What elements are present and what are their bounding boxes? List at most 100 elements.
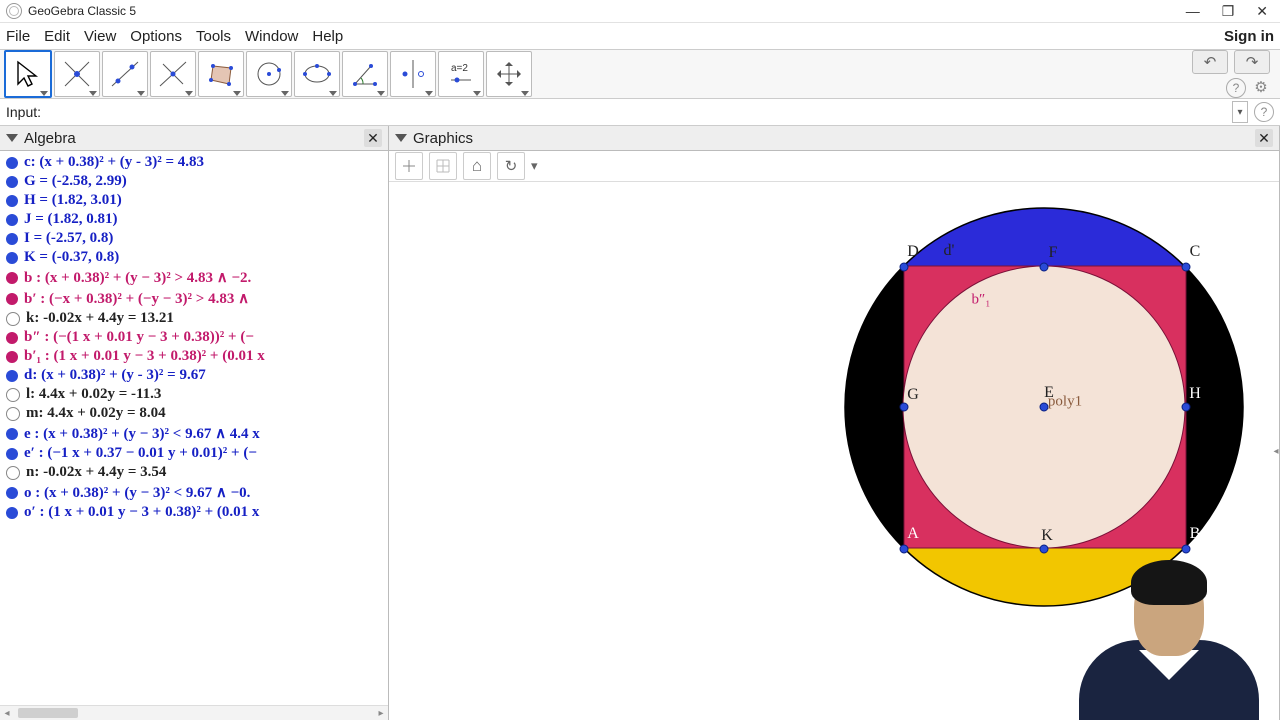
algebra-row[interactable]: o : (x + 0.38)² + (y − 3)² < 9.67 ∧ −0. bbox=[2, 482, 388, 503]
app-logo-icon bbox=[6, 3, 22, 19]
undo-button[interactable]: ↶ bbox=[1192, 50, 1228, 74]
toggle-axes-button[interactable] bbox=[395, 152, 423, 180]
algebra-close-button[interactable]: ✕ bbox=[364, 129, 382, 147]
algebra-row[interactable]: m: 4.4x + 0.02y = 8.04 bbox=[2, 404, 388, 423]
algebra-row[interactable]: b′₁ : (1 x + 0.01 y − 3 + 0.38)² + (0.01… bbox=[2, 347, 388, 366]
algebra-row[interactable]: G = (-2.58, 2.99) bbox=[2, 172, 388, 191]
geometry-point[interactable] bbox=[1182, 263, 1191, 272]
algebra-row[interactable]: b″ : (−(1 x + 0.01 y − 3 + 0.38))² + (− bbox=[2, 328, 388, 347]
graphics-panel-header[interactable]: Graphics ✕ bbox=[389, 126, 1279, 151]
command-input[interactable] bbox=[47, 101, 1226, 123]
algebra-expression: l: 4.4x + 0.02y = -11.3 bbox=[26, 386, 161, 403]
algebra-row[interactable]: b′ : (−x + 0.38)² + (−y − 3)² > 4.83 ∧ bbox=[2, 288, 388, 309]
menu-window[interactable]: Window bbox=[245, 28, 298, 45]
algebra-row[interactable]: J = (1.82, 0.81) bbox=[2, 210, 388, 229]
sign-in-link[interactable]: Sign in bbox=[1224, 28, 1274, 45]
algebra-row[interactable]: I = (-2.57, 0.8) bbox=[2, 229, 388, 248]
toggle-grid-button[interactable] bbox=[429, 152, 457, 180]
tool-circle[interactable] bbox=[246, 51, 292, 97]
settings-gear-icon[interactable]: ⚙ bbox=[1252, 78, 1270, 96]
window-title: GeoGebra Classic 5 bbox=[28, 4, 136, 18]
algebra-expression: K = (-0.37, 0.8) bbox=[24, 249, 119, 266]
tool-point[interactable] bbox=[54, 51, 100, 97]
tool-polygon[interactable] bbox=[198, 51, 244, 97]
geometry-point[interactable] bbox=[1182, 545, 1191, 554]
visibility-dot-icon[interactable] bbox=[6, 272, 18, 284]
algebra-row[interactable]: c: (x + 0.38)² + (y - 3)² = 4.83 bbox=[2, 153, 388, 172]
algebra-row[interactable]: o′ : (1 x + 0.01 y − 3 + 0.38)² + (0.01 … bbox=[2, 503, 388, 522]
point-label: H bbox=[1189, 385, 1201, 403]
collapse-icon[interactable] bbox=[395, 134, 407, 142]
visibility-dot-icon[interactable] bbox=[6, 448, 18, 460]
menu-options[interactable]: Options bbox=[130, 28, 182, 45]
algebra-row[interactable]: k: -0.02x + 4.4y = 13.21 bbox=[2, 309, 388, 328]
menu-help[interactable]: Help bbox=[312, 28, 343, 45]
visibility-dot-icon[interactable] bbox=[6, 332, 18, 344]
visibility-dot-icon[interactable] bbox=[6, 233, 18, 245]
input-help-icon[interactable]: ? bbox=[1254, 102, 1274, 122]
minimize-button[interactable]: — bbox=[1186, 3, 1200, 20]
algebra-row[interactable]: H = (1.82, 3.01) bbox=[2, 191, 388, 210]
graphics-panel-title: Graphics bbox=[413, 130, 473, 147]
visibility-dot-icon[interactable] bbox=[6, 157, 18, 169]
geometry-point[interactable] bbox=[900, 263, 909, 272]
algebra-row[interactable]: e′ : (−1 x + 0.37 − 0.01 y + 0.01)² + (− bbox=[2, 444, 388, 463]
visibility-dot-icon[interactable] bbox=[6, 176, 18, 188]
tool-reflect[interactable] bbox=[390, 51, 436, 97]
tool-slider[interactable]: a=2 bbox=[438, 51, 484, 97]
algebra-list[interactable]: c: (x + 0.38)² + (y - 3)² = 4.83G = (-2.… bbox=[0, 151, 388, 705]
visibility-dot-icon[interactable] bbox=[6, 428, 18, 440]
graphics-toolbar-caret-icon[interactable]: ▾ bbox=[531, 158, 538, 174]
algebra-row[interactable]: d: (x + 0.38)² + (y - 3)² = 9.67 bbox=[2, 366, 388, 385]
visibility-dot-icon[interactable] bbox=[6, 252, 18, 264]
collapse-icon[interactable] bbox=[6, 134, 18, 142]
input-label: Input: bbox=[6, 104, 41, 120]
algebra-expression: b′₁ : (1 x + 0.01 y − 3 + 0.38)² + (0.01… bbox=[24, 348, 265, 365]
menu-edit[interactable]: Edit bbox=[44, 28, 70, 45]
geometry-point[interactable] bbox=[1040, 263, 1049, 272]
menu-view[interactable]: View bbox=[84, 28, 116, 45]
visibility-dot-icon[interactable] bbox=[6, 487, 18, 499]
visibility-dot-icon[interactable] bbox=[6, 293, 18, 305]
visibility-dot-icon[interactable] bbox=[6, 507, 18, 519]
visibility-dot-icon[interactable] bbox=[6, 370, 18, 382]
tool-line[interactable] bbox=[102, 51, 148, 97]
algebra-expression: o′ : (1 x + 0.01 y − 3 + 0.38)² + (0.01 … bbox=[24, 504, 259, 521]
algebra-panel-title: Algebra bbox=[24, 130, 76, 147]
algebra-row[interactable]: b : (x + 0.38)² + (y − 3)² > 4.83 ∧ −2. bbox=[2, 267, 388, 288]
algebra-hscroll[interactable]: ◂▸ bbox=[0, 705, 388, 720]
menu-file[interactable]: File bbox=[6, 28, 30, 45]
close-window-button[interactable]: ✕ bbox=[1256, 3, 1268, 20]
redo-button[interactable]: ↷ bbox=[1234, 50, 1270, 74]
visibility-dot-icon[interactable] bbox=[6, 388, 20, 402]
tool-conic[interactable] bbox=[294, 51, 340, 97]
tool-move-view[interactable] bbox=[486, 51, 532, 97]
tool-perpendicular[interactable] bbox=[150, 51, 196, 97]
tool-angle[interactable] bbox=[342, 51, 388, 97]
tool-move[interactable] bbox=[4, 50, 52, 98]
input-history-dropdown[interactable]: ▾ bbox=[1232, 101, 1248, 123]
algebra-row[interactable]: l: 4.4x + 0.02y = -11.3 bbox=[2, 385, 388, 404]
algebra-row[interactable]: e : (x + 0.38)² + (y − 3)² < 9.67 ∧ 4.4 … bbox=[2, 423, 388, 444]
maximize-button[interactable]: ❐ bbox=[1222, 3, 1235, 20]
graphics-close-button[interactable]: ✕ bbox=[1255, 129, 1273, 147]
algebra-expression: b″ : (−(1 x + 0.01 y − 3 + 0.38))² + (− bbox=[24, 329, 254, 346]
visibility-dot-icon[interactable] bbox=[6, 195, 18, 207]
toolbar-help-icon[interactable]: ? bbox=[1226, 78, 1246, 98]
geometry-point[interactable] bbox=[1182, 403, 1191, 412]
visibility-dot-icon[interactable] bbox=[6, 351, 18, 363]
algebra-row[interactable]: n: -0.02x + 4.4y = 3.54 bbox=[2, 463, 388, 482]
geometry-point[interactable] bbox=[900, 545, 909, 554]
algebra-row[interactable]: K = (-0.37, 0.8) bbox=[2, 248, 388, 267]
visibility-dot-icon[interactable] bbox=[6, 312, 20, 326]
menu-tools[interactable]: Tools bbox=[196, 28, 231, 45]
algebra-expression: b′ : (−x + 0.38)² + (−y − 3)² > 4.83 ∧ bbox=[24, 289, 249, 308]
algebra-panel-header[interactable]: Algebra ✕ bbox=[0, 126, 388, 151]
point-capture-button[interactable]: ↻ bbox=[497, 152, 525, 180]
visibility-dot-icon[interactable] bbox=[6, 407, 20, 421]
visibility-dot-icon[interactable] bbox=[6, 214, 18, 226]
geometry-point[interactable] bbox=[1040, 545, 1049, 554]
home-view-button[interactable]: ⌂ bbox=[463, 152, 491, 180]
visibility-dot-icon[interactable] bbox=[6, 466, 20, 480]
graphics-canvas[interactable]: ◂ Dd'FCb″₁GEpoly1HAKB bbox=[389, 182, 1279, 720]
